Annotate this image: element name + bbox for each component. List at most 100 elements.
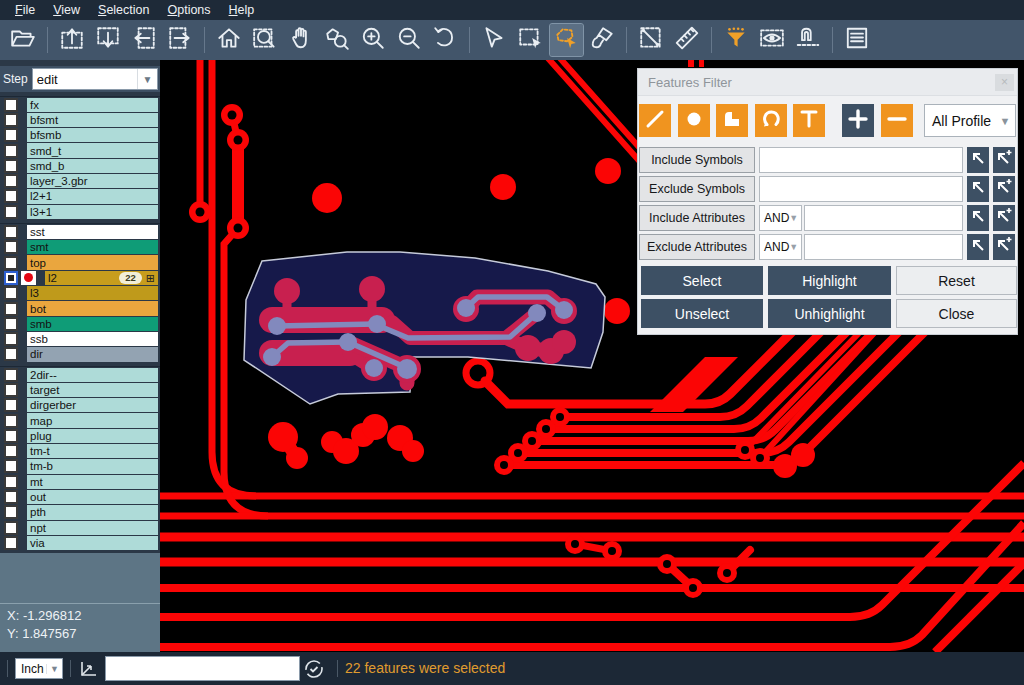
include-attributes-button[interactable]: Include Attributes [639, 205, 755, 231]
pick-arrow-add-button[interactable] [993, 234, 1015, 260]
layer-checkbox[interactable] [4, 459, 18, 473]
layer-name[interactable]: 2dir-- [27, 368, 158, 382]
zoom-previous-button[interactable] [429, 24, 462, 56]
layer-checkbox[interactable] [4, 302, 18, 316]
layer-checkbox[interactable] [4, 536, 18, 550]
unselect-button[interactable]: Unselect [641, 299, 763, 328]
pan-hand-button[interactable] [285, 24, 318, 56]
layer-name[interactable]: dirgerber [27, 398, 158, 412]
layer-name[interactable]: plug [27, 429, 158, 443]
menu-view[interactable]: View [44, 1, 89, 20]
home-button[interactable] [213, 24, 246, 56]
move-down-button[interactable] [92, 24, 125, 56]
pick-arrow-button[interactable] [967, 147, 989, 173]
filter-arc-button[interactable] [755, 104, 787, 137]
zoom-in-button[interactable] [357, 24, 390, 56]
pick-arrow-add-button[interactable] [993, 205, 1015, 231]
layer-checkbox[interactable] [4, 189, 18, 203]
layer-name[interactable]: target [27, 383, 158, 397]
layer-checkbox[interactable] [4, 368, 18, 382]
filter-text-button[interactable] [793, 104, 825, 137]
include-symbols-button[interactable]: Include Symbols [639, 147, 755, 173]
layer-name[interactable]: bfsmb [27, 128, 158, 142]
move-left-button[interactable] [128, 24, 161, 56]
zoom-out-button[interactable] [393, 24, 426, 56]
layer-checkbox[interactable] [4, 505, 18, 519]
menu-file[interactable]: File [6, 1, 44, 20]
exclude-attributes-button[interactable]: Exclude Attributes [639, 234, 755, 260]
unit-select[interactable]: Inch ▼ [15, 658, 63, 679]
layer-checkbox[interactable] [4, 347, 18, 361]
layer-name[interactable]: tm-t [27, 444, 158, 458]
select-polygon-button[interactable] [550, 24, 583, 56]
layer-name[interactable]: via [27, 536, 158, 550]
exclude-attributes-operator-select[interactable]: AND▼ [759, 234, 802, 260]
filter-button[interactable] [720, 24, 753, 56]
layer-checkbox[interactable] [4, 271, 18, 285]
show-eye-button[interactable] [756, 24, 789, 56]
layer-name[interactable]: l2+1 [27, 189, 158, 203]
layer-name[interactable]: ssb [27, 332, 158, 346]
profile-select[interactable]: All Profile ▼ [924, 104, 1016, 137]
menu-selection[interactable]: Selection [89, 1, 158, 20]
layer-name[interactable]: bot [27, 301, 158, 315]
layer-checkbox[interactable] [4, 286, 18, 300]
command-input[interactable] [105, 656, 300, 681]
layer-checkbox[interactable] [4, 159, 18, 173]
layer-name[interactable]: sst [27, 225, 158, 239]
reset-button[interactable]: Reset [896, 266, 1017, 295]
step-select[interactable]: edit ▼ [32, 68, 158, 90]
layer-checkbox[interactable] [4, 521, 18, 535]
layer-name[interactable]: l3 [27, 286, 158, 300]
layer-checkbox[interactable] [4, 256, 18, 270]
close-button[interactable]: Close [896, 299, 1017, 328]
layer-checkbox[interactable] [4, 113, 18, 127]
ruler-button[interactable] [671, 24, 704, 56]
close-icon[interactable]: × [995, 74, 1014, 91]
layer-checkbox[interactable] [4, 429, 18, 443]
brush-button[interactable] [586, 24, 619, 56]
open-folder-button[interactable] [7, 24, 40, 56]
layer-name[interactable]: layer_3.gbr [27, 174, 158, 188]
layer-name[interactable]: l222⊞ [45, 271, 158, 285]
layer-name[interactable]: smb [27, 317, 158, 331]
include-attributes-operator-select[interactable]: AND▼ [759, 205, 802, 231]
layer-name[interactable]: tm-b [27, 459, 158, 473]
exclude-symbols-input[interactable] [759, 176, 963, 202]
filter-line-button[interactable] [639, 104, 671, 137]
unhighlight-button[interactable]: Unhighlight [768, 299, 891, 328]
layer-name[interactable]: mt [27, 475, 158, 489]
menu-help[interactable]: Help [220, 1, 264, 20]
move-up-button[interactable] [56, 24, 89, 56]
layers-panel-button[interactable] [841, 24, 874, 56]
dialog-title-bar[interactable]: Features Filter × [638, 69, 1017, 96]
move-right-button[interactable] [164, 24, 197, 56]
layer-checkbox[interactable] [4, 444, 18, 458]
layer-name[interactable]: smd_b [27, 159, 158, 173]
layer-checkbox[interactable] [4, 475, 18, 489]
layer-checkbox[interactable] [4, 225, 18, 239]
pick-arrow-add-button[interactable] [993, 147, 1015, 173]
layer-checkbox[interactable] [4, 144, 18, 158]
layer-name[interactable]: npt [27, 521, 158, 535]
layer-name[interactable]: smt [27, 240, 158, 254]
snap-magnet-button[interactable] [792, 24, 825, 56]
pick-arrow-button[interactable] [967, 176, 989, 202]
layer-checkbox[interactable] [4, 490, 18, 504]
zoom-polygon-button[interactable] [321, 24, 354, 56]
angle-measure-icon[interactable] [80, 660, 98, 681]
layer-checkbox[interactable] [4, 98, 18, 112]
layer-checkbox[interactable] [4, 332, 18, 346]
select-rect-button[interactable] [514, 24, 547, 56]
select-button[interactable]: Select [641, 266, 763, 295]
zoom-area-button[interactable] [249, 24, 282, 56]
include-symbols-input[interactable] [759, 147, 963, 173]
exclude-symbols-button[interactable]: Exclude Symbols [639, 176, 755, 202]
layer-name[interactable]: l3+1 [27, 205, 158, 219]
select-cursor-button[interactable] [478, 24, 511, 56]
layer-name[interactable]: bfsmt [27, 113, 158, 127]
highlight-button[interactable]: Highlight [768, 266, 891, 295]
layer-checkbox[interactable] [4, 317, 18, 331]
layer-name[interactable]: smd_t [27, 143, 158, 157]
layer-checkbox[interactable] [4, 414, 18, 428]
